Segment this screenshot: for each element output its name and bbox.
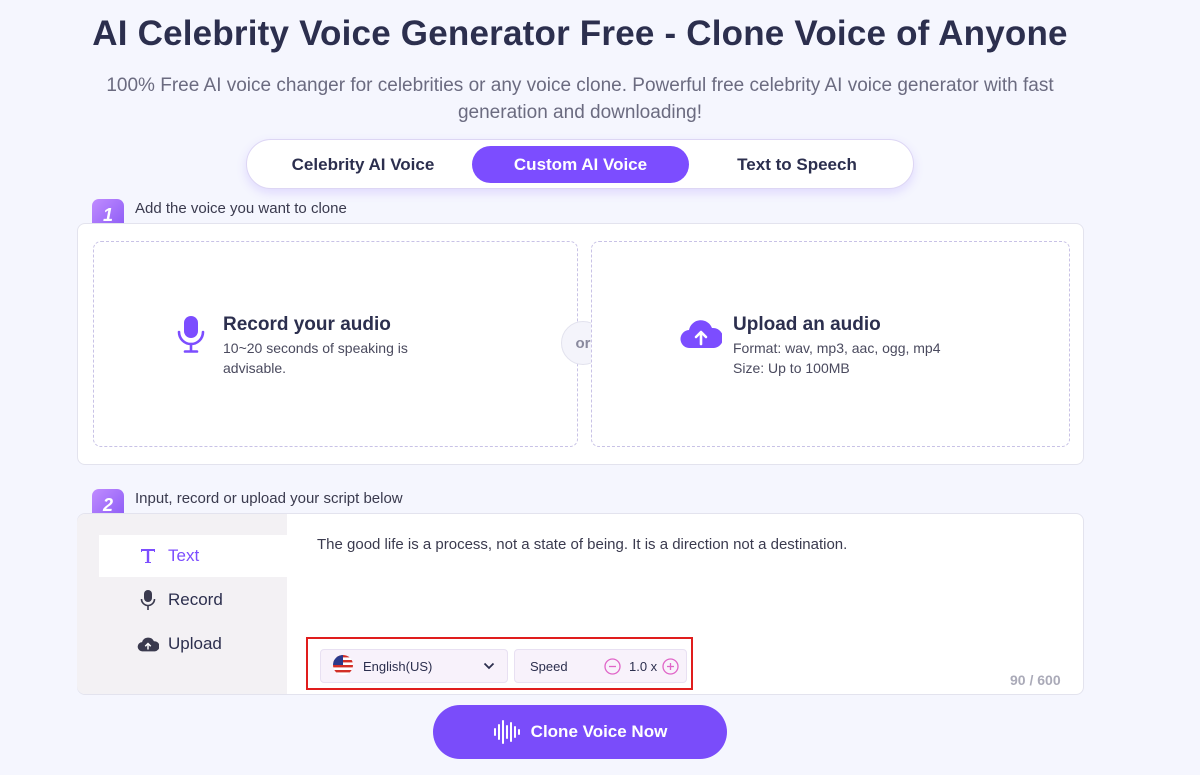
chevron-down-icon	[483, 660, 495, 675]
clone-voice-label: Clone Voice Now	[530, 722, 668, 741]
tab-celebrity-ai-voice[interactable]: Celebrity AI Voice	[255, 146, 471, 183]
upload-audio-title: Upload an audio	[733, 314, 881, 335]
page-subtitle: 100% Free AI voice changer for celebriti…	[106, 75, 1054, 123]
tab-custom-ai-voice[interactable]: Custom AI Voice	[472, 146, 689, 183]
script-mode-upload[interactable]: Upload	[99, 623, 287, 665]
speed-decrease-button[interactable]	[604, 658, 621, 678]
script-mode-record-label: Record	[168, 590, 223, 609]
script-mode-record[interactable]: Record	[99, 579, 287, 621]
speed-increase-button[interactable]	[662, 658, 679, 678]
script-mode-text[interactable]: Text	[99, 535, 287, 577]
speed-value: 1.0 x	[629, 659, 658, 674]
microphone-icon	[137, 589, 159, 611]
step-1-label: Add the voice you want to clone	[135, 200, 347, 217]
speed-control: Speed 1.0 x	[514, 649, 687, 683]
record-audio-title: Record your audio	[223, 314, 391, 335]
script-mode-sidebar: Text Record Upload	[77, 514, 287, 694]
tab-text-to-speech[interactable]: Text to Speech	[689, 146, 905, 183]
upload-audio-size: Size: Up to 100MB	[733, 360, 850, 376]
script-mode-upload-label: Upload	[168, 634, 222, 653]
mode-tabs: Celebrity AI Voice Custom AI Voice Text …	[246, 139, 914, 189]
waveform-icon	[493, 719, 521, 745]
record-audio-desc: 10~20 seconds of speaking is advisable.	[223, 340, 408, 376]
language-select[interactable]: English(US)	[320, 649, 508, 683]
page-title: AI Celebrity Voice Generator Free - Clon…	[92, 14, 1068, 53]
us-flag-icon	[332, 654, 354, 679]
character-count: 90 / 600	[1010, 672, 1061, 688]
script-textarea[interactable]: The good life is a process, not a state …	[317, 536, 847, 553]
record-audio-dropzone[interactable]: Record your audio 10~20 seconds of speak…	[93, 241, 578, 447]
speed-label: Speed	[530, 659, 568, 674]
step-2-label: Input, record or upload your script belo…	[135, 490, 403, 507]
upload-audio-format: Format: wav, mp3, aac, ogg, mp4	[733, 340, 941, 356]
script-mode-text-label: Text	[168, 546, 200, 565]
cloud-upload-icon	[680, 318, 724, 355]
language-value: English(US)	[363, 658, 433, 674]
microphone-icon	[176, 314, 206, 359]
text-icon	[137, 545, 159, 567]
cloud-upload-icon	[137, 633, 159, 655]
upload-audio-dropzone[interactable]: Upload an audio Format: wav, mp3, aac, o…	[591, 241, 1070, 447]
clone-voice-button[interactable]: Clone Voice Now	[433, 705, 727, 759]
